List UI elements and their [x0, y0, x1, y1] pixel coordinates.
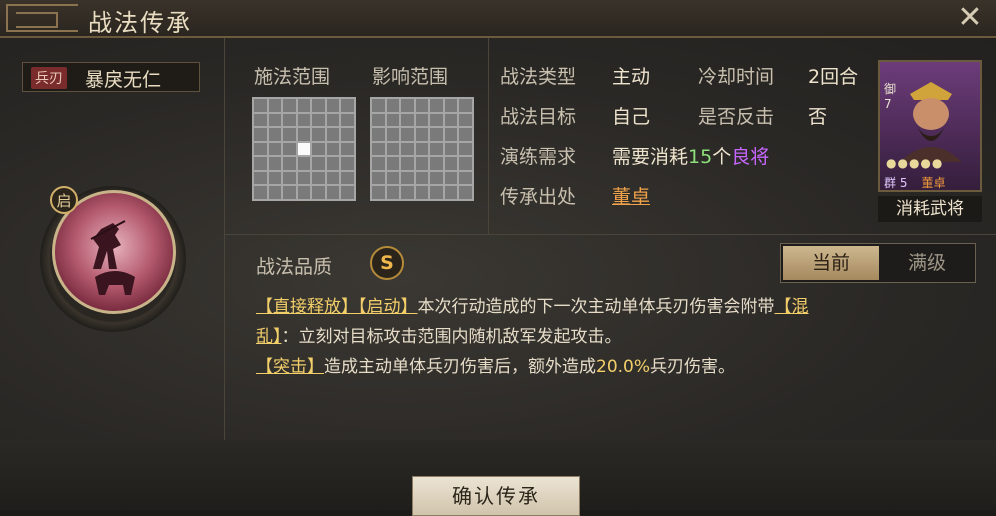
- description-text: 本次行动造成的下一次主动单体兵刃伤害会附带: [417, 297, 775, 317]
- source-label: 传承出处: [500, 186, 577, 208]
- close-button[interactable]: ✕: [954, 2, 986, 34]
- skill-name: 暴戾无仁: [85, 69, 162, 91]
- target-label: 战法目标: [500, 106, 577, 128]
- counter-label: 是否反击: [698, 106, 775, 128]
- keyword: 【启动】: [358, 297, 418, 317]
- star-rating: ●●●●●: [886, 156, 944, 170]
- effect-range-grid: [370, 97, 474, 201]
- card-info: 群 5 董卓: [884, 174, 946, 190]
- train-prefix: 需要消耗: [612, 146, 689, 168]
- train-tier: 良将: [731, 146, 770, 168]
- description-line-2: 乱】：立刻对目标攻击范围内随机敌军发起攻击。: [256, 322, 976, 352]
- general-portrait-icon: [900, 82, 962, 162]
- cooldown-value: 2回合: [808, 66, 859, 88]
- tab-current[interactable]: 当前: [783, 246, 879, 280]
- quality-label: 战法品质: [256, 256, 333, 278]
- quality-grade-badge: S: [370, 246, 404, 280]
- description-line-3: 【突击】造成主动单体兵刃伤害后，额外造成20.0%兵刃伤害。: [256, 352, 976, 382]
- train-label: 演练需求: [500, 146, 577, 168]
- keyword: 乱】: [256, 327, 282, 347]
- type-value: 主动: [612, 66, 651, 88]
- description-text: 造成主动单体兵刃伤害后，额外造成: [324, 357, 596, 377]
- title-bar: 战法传承 ✕: [0, 0, 996, 38]
- train-requirement: 需要消耗15个良将: [612, 142, 769, 169]
- window-title: 战法传承: [88, 9, 192, 37]
- ornament-icon: [6, 4, 78, 32]
- tab-max-level[interactable]: 满级: [881, 246, 973, 280]
- source-link[interactable]: 董卓: [612, 182, 650, 209]
- keyword: 【突击】: [256, 357, 324, 377]
- effect-range-label: 影响范围: [372, 66, 449, 88]
- self-cell: [297, 142, 311, 156]
- keyword: 【混: [774, 297, 809, 317]
- card-faction: 群: [884, 176, 897, 190]
- weapon-tag: 兵刃: [31, 67, 67, 89]
- damage-percent: 20.0%: [596, 357, 651, 377]
- cast-range-grid: [252, 97, 356, 201]
- keyword: 【直接释放】: [256, 297, 358, 317]
- rider-icon: [90, 220, 135, 295]
- card-side-label: 御7: [884, 80, 896, 111]
- card-side: 御: [884, 82, 897, 96]
- card-general: 董卓: [921, 176, 946, 190]
- counter-value: 否: [808, 106, 828, 128]
- cast-range-label: 施法范围: [254, 66, 331, 88]
- level-toggle: 当前 满级: [780, 243, 976, 283]
- description-text: 兵刃伤害。: [650, 357, 736, 377]
- train-count: 15: [688, 146, 713, 168]
- card-side-num: 7: [884, 97, 892, 111]
- general-card[interactable]: 御7 ●●●●● 群 5 董卓: [878, 60, 982, 192]
- description-text: ：立刻对目标攻击范围内随机敌军发起攻击。: [281, 327, 622, 347]
- cooldown-label: 冷却时间: [698, 66, 775, 88]
- confirm-inherit-button[interactable]: 确认传承: [412, 476, 580, 516]
- divider: [224, 234, 996, 235]
- divider: [488, 38, 489, 234]
- type-label: 战法类型: [500, 66, 577, 88]
- target-value: 自己: [612, 106, 651, 128]
- card-level: 5: [899, 176, 908, 190]
- description-line-1: 【直接释放】【启动】本次行动造成的下一次主动单体兵刃伤害会附带【混: [256, 292, 976, 322]
- train-unit: 个: [712, 146, 732, 168]
- launch-badge: 启: [50, 186, 78, 214]
- consume-general-label: 消耗武将: [878, 196, 982, 222]
- skill-name-box: 兵刃 暴戾无仁: [22, 62, 200, 92]
